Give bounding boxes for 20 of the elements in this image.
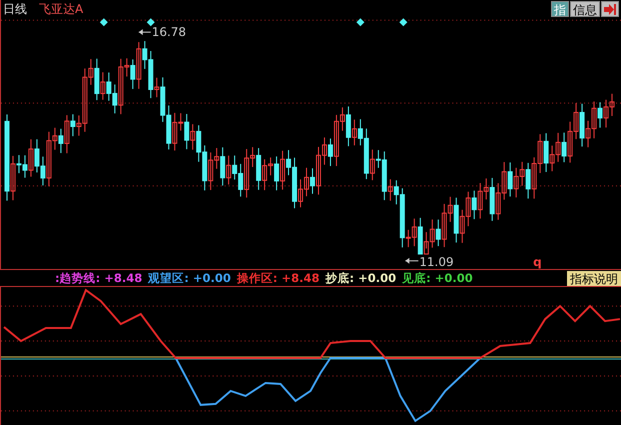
exit-button[interactable] [601,1,619,17]
indicator-help-button[interactable]: 指标说明 [567,270,621,286]
toolbar-button[interactable]: 信息 [570,1,600,17]
low-price-label: 11.09 [419,254,454,269]
high-price-arrow [138,29,152,36]
indicator-legend: :趋势线: +8.48 [55,270,142,286]
diamond-marker [399,18,408,26]
indicator-legend: 抄底: +0.00 [325,270,396,286]
indicator-legend: 观望区: +0.00 [148,270,231,286]
signal-marker: q [533,254,542,269]
indicator-legend: 操作区: +8.48 [236,270,320,286]
period-label: 日线 [3,0,27,18]
high-price-label: 16.78 [152,25,186,40]
exit-icon [604,4,616,14]
diamond-marker [146,18,155,26]
indicator-legend: 见底: +0.00 [402,270,473,286]
stock-name: 飞亚达A [39,0,84,18]
low-price-arrow [404,258,419,264]
diamond-marker [356,18,364,26]
diamond-marker [100,18,108,26]
